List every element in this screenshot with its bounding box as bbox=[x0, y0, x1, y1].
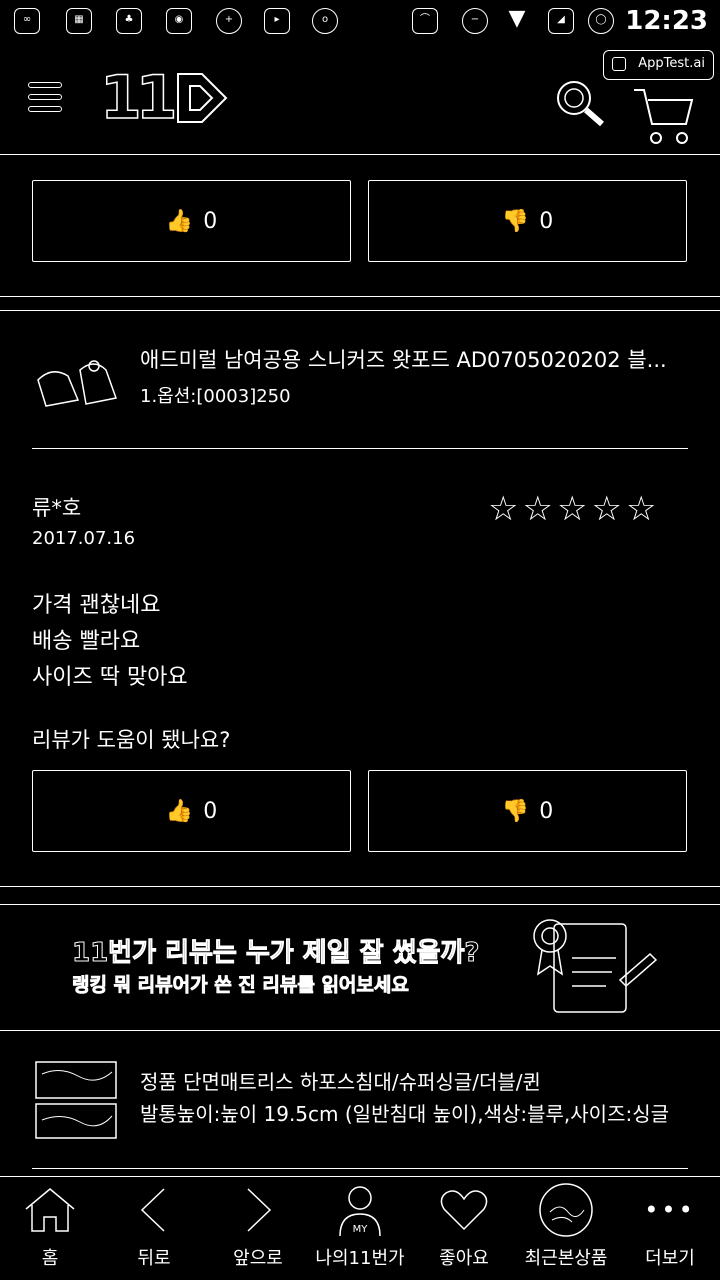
nav-home[interactable]: 홈 bbox=[0, 1180, 100, 1280]
dislike-count: 0 bbox=[539, 208, 554, 234]
my-icon: MY bbox=[339, 1186, 381, 1237]
forward-icon bbox=[247, 1188, 272, 1232]
review-author: 류*호 bbox=[32, 496, 82, 520]
review-line: 배송 빨라요 bbox=[32, 629, 141, 654]
nav-label: 홈 bbox=[41, 1248, 59, 1269]
nav-my-11st[interactable]: MY 나의11번가 bbox=[310, 1180, 410, 1280]
cart-icon[interactable] bbox=[630, 84, 700, 150]
mattress-image bbox=[35, 1061, 117, 1139]
award-document-icon bbox=[533, 919, 658, 1013]
next-product-option: 발통높이:높이 19.5cm (일반침대 높이),색상:블루,사이즈:싱글 bbox=[140, 1102, 670, 1126]
nav-back[interactable]: 뒤로 bbox=[104, 1180, 204, 1280]
star-empty-icon: ☆ bbox=[591, 489, 622, 529]
home-icon bbox=[25, 1188, 75, 1232]
menu-icon[interactable] bbox=[28, 82, 62, 112]
wifi-icon: ▼ bbox=[508, 6, 526, 31]
settings-icon: o bbox=[312, 8, 338, 34]
product-thumbnail[interactable] bbox=[32, 340, 122, 420]
rating-stars: ☆ ☆ ☆ ☆ ☆ bbox=[488, 492, 656, 526]
gamepad-icon: ◉ bbox=[166, 8, 192, 34]
app-header: 11 bbox=[0, 44, 720, 154]
nav-label: 최근본상품 bbox=[524, 1248, 608, 1269]
banner-title: 11번가 리뷰는 누가 제일 잘 썼을까? bbox=[71, 938, 480, 969]
nav-likes[interactable]: 좋아요 bbox=[414, 1180, 514, 1280]
section-divider bbox=[0, 886, 720, 887]
thumbs-down-icon: 👎 bbox=[501, 208, 530, 234]
star-empty-icon: ☆ bbox=[556, 489, 588, 529]
review-line: 사이즈 딱 맞아요 bbox=[32, 665, 188, 690]
back-icon bbox=[140, 1188, 165, 1232]
star-empty-icon: ☆ bbox=[625, 489, 657, 529]
product-name[interactable]: 애드미럴 남여공용 스니커즈 왓포드 AD0705020202 블... bbox=[140, 344, 690, 374]
nav-more[interactable]: ••• 더보기 bbox=[620, 1180, 720, 1280]
section-divider bbox=[0, 296, 720, 297]
clock-icon: + bbox=[216, 8, 242, 34]
review-line: 가격 괜찮네요 bbox=[32, 593, 161, 618]
dislike-button-prev[interactable]: 👎 0 bbox=[368, 180, 687, 262]
like-count: 0 bbox=[203, 798, 218, 824]
nav-label: 뒤로 bbox=[137, 1248, 171, 1269]
dislike-count: 0 bbox=[539, 798, 554, 824]
section-divider bbox=[0, 310, 720, 311]
more-icon: ••• bbox=[644, 1196, 696, 1224]
podcast-icon: ∞ bbox=[14, 8, 40, 34]
next-product-title[interactable]: 정품 단면매트리스 하포스침대/슈퍼싱글/더블/퀸 bbox=[140, 1066, 541, 1095]
shopping-bag-icon: ▸ bbox=[264, 8, 290, 34]
calendar-icon: ▦ bbox=[66, 8, 92, 34]
thumbs-up-icon: 👍 bbox=[165, 208, 194, 234]
nav-label: 더보기 bbox=[645, 1248, 695, 1269]
nav-recent[interactable]: 최근본상품 bbox=[516, 1180, 616, 1280]
do-not-disturb-icon: − bbox=[462, 8, 488, 34]
heart-icon bbox=[440, 1190, 488, 1231]
recent-icon bbox=[539, 1183, 593, 1237]
helpful-question: 리뷰가 도움이 됐나요? bbox=[32, 728, 231, 752]
review-date: 2017.07.16 bbox=[32, 528, 136, 549]
product-divider bbox=[32, 1168, 688, 1169]
like-count: 0 bbox=[203, 208, 218, 234]
review-body: 가격 괜찮네요 배송 빨라요 사이즈 딱 맞아요 bbox=[32, 588, 188, 696]
thumbs-down-icon: 👎 bbox=[501, 798, 530, 824]
product-divider bbox=[32, 448, 688, 449]
status-time: 12:23 bbox=[625, 6, 708, 36]
like-button-prev[interactable]: 👍 0 bbox=[32, 180, 351, 262]
svg-text:MY: MY bbox=[353, 1224, 369, 1235]
status-bar: ∞ ▦ ♣ ◉ + ▸ o ⌒ − ▼ ◢ ◯ 12:23 bbox=[0, 0, 720, 44]
leaf-icon: ♣ bbox=[116, 8, 142, 34]
banner-subtitle: 랭킹 뭐 리뷰어가 쓴 진 리뷰를 읽어보세요 bbox=[72, 974, 410, 997]
logo-arrow-icon bbox=[176, 73, 227, 123]
signal-icon: ◢ bbox=[548, 8, 574, 34]
sneakers-image bbox=[37, 360, 117, 407]
review-ranking-banner[interactable]: 11번가 리뷰는 누가 제일 잘 썼을까? 랭킹 뭐 리뷰어가 쓴 진 리뷰를 … bbox=[0, 904, 720, 1014]
product-option: 1.옵션:[0003]250 bbox=[140, 386, 291, 407]
nav-label: 좋아요 bbox=[439, 1248, 489, 1269]
cast-icon: ⌒ bbox=[412, 8, 438, 34]
battery-icon: ◯ bbox=[588, 8, 614, 34]
search-icon[interactable] bbox=[552, 78, 610, 128]
nav-forward[interactable]: 앞으로 bbox=[208, 1180, 308, 1280]
thumbs-up-icon: 👍 bbox=[165, 798, 194, 824]
logo[interactable]: 11 bbox=[99, 62, 232, 134]
mattress-thumbnail[interactable] bbox=[32, 1056, 120, 1142]
star-empty-icon: ☆ bbox=[488, 489, 519, 529]
bottom-nav-divider bbox=[0, 1176, 720, 1177]
nav-label: 앞으로 bbox=[233, 1248, 283, 1269]
nav-label: 나의11번가 bbox=[315, 1248, 405, 1269]
star-empty-icon: ☆ bbox=[522, 489, 553, 529]
section-divider bbox=[0, 1030, 720, 1031]
like-button[interactable]: 👍 0 bbox=[32, 770, 351, 852]
dislike-button[interactable]: 👎 0 bbox=[368, 770, 687, 852]
header-divider bbox=[0, 154, 720, 155]
